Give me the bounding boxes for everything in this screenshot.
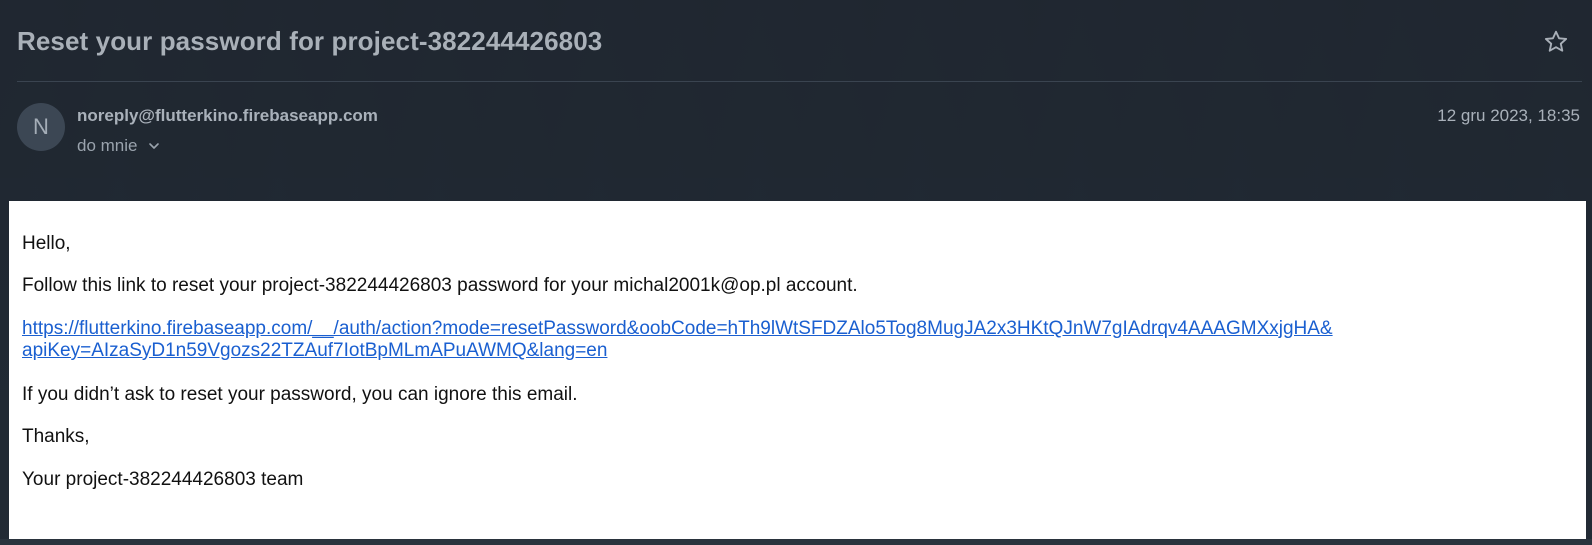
reset-link-line-2[interactable]: apiKey=AIzaSyD1n59Vgozs22TZAuf7IotBpMLmA…	[22, 340, 607, 361]
signature-text: Your project-382244426803 team	[22, 469, 304, 490]
thanks-text: Thanks,	[22, 426, 90, 447]
reset-password-link[interactable]: https://flutterkino.firebaseapp.com/__/a…	[22, 318, 1462, 362]
email-subject: Reset your password for project-38224442…	[17, 26, 603, 56]
chevron-down-icon[interactable]	[147, 139, 161, 153]
star-icon[interactable]	[1542, 28, 1570, 56]
reset-link-line-1[interactable]: https://flutterkino.firebaseapp.com/__/a…	[22, 318, 1333, 339]
email-header: Reset your password for project-38224442…	[0, 0, 1592, 178]
sender-address[interactable]: noreply@flutterkino.firebaseapp.com	[77, 106, 378, 126]
email-date: 12 gru 2023, 18:35	[1437, 106, 1580, 125]
recipient-label: do mnie	[77, 136, 138, 155]
bottom-strip	[0, 539, 1592, 545]
recipient-toggle[interactable]: do mnie	[77, 136, 161, 156]
greeting-text: Hello,	[22, 233, 71, 254]
ignore-note: If you didn’t ask to reset your password…	[22, 384, 578, 405]
instruction-text: Follow this link to reset your project-3…	[22, 275, 858, 296]
sender-avatar: N	[17, 103, 65, 151]
header-divider	[17, 81, 1582, 82]
